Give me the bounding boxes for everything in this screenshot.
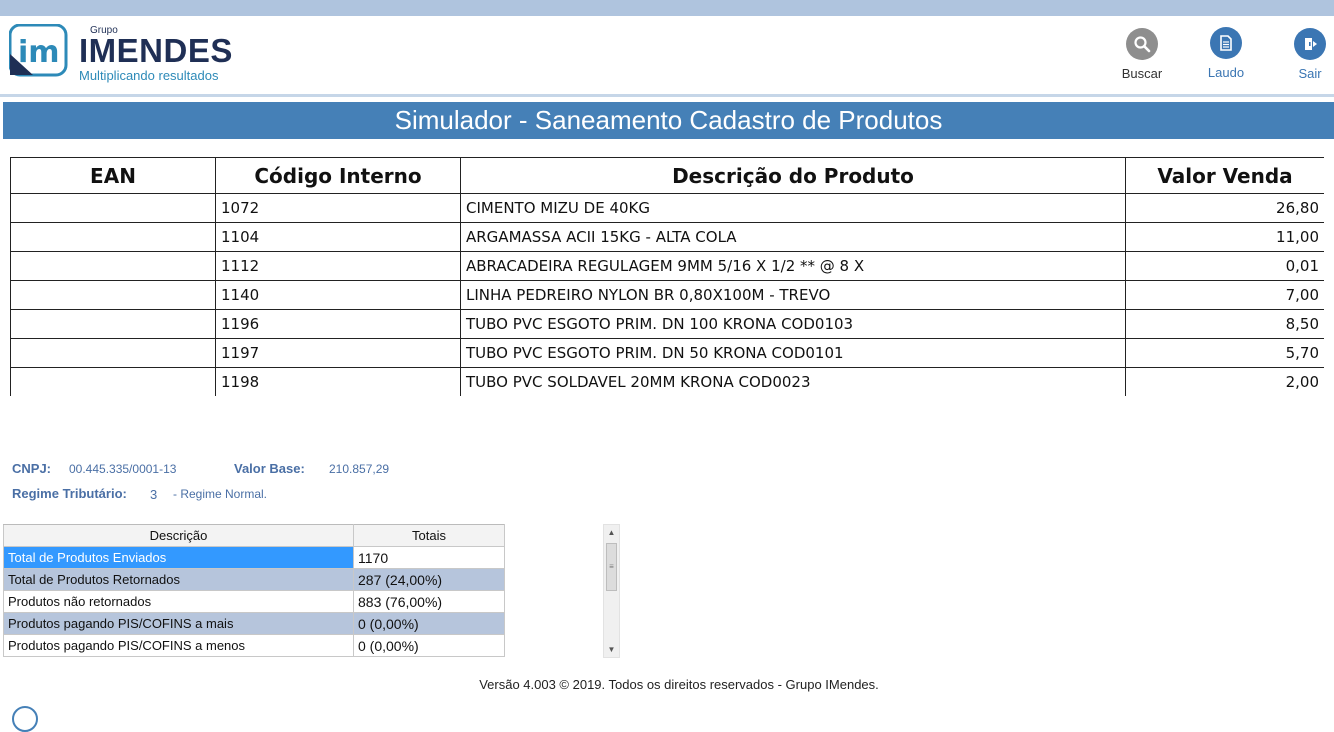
valor-base-label: Valor Base: (234, 461, 305, 476)
regime-description: - Regime Normal. (173, 487, 268, 501)
totals-desc-cell: Produtos pagando PIS/COFINS a mais (3, 612, 354, 635)
table-row[interactable]: 1196 TUBO PVC ESGOTO PRIM. DN 100 KRONA … (10, 309, 1324, 339)
table-row[interactable]: Total de Produtos Enviados 1170 (3, 546, 505, 569)
valor-cell: 8,50 (1125, 309, 1324, 339)
codigo-cell: 1197 (215, 338, 461, 368)
descricao-cell: TUBO PVC ESGOTO PRIM. DN 50 KRONA COD010… (460, 338, 1126, 368)
ean-cell (10, 193, 216, 223)
codigo-cell: 1104 (215, 222, 461, 252)
codigo-cell: 1072 (215, 193, 461, 223)
totals-table[interactable]: Descrição Totais Total de Produtos Envia… (3, 524, 505, 658)
totals-value-cell: 0 (0,00%) (353, 634, 505, 657)
totals-desc-cell: Total de Produtos Retornados (3, 568, 354, 591)
descricao-cell: ABRACADEIRA REGULAGEM 9MM 5/16 X 1/2 ** … (460, 251, 1126, 281)
descricao-cell: TUBO PVC ESGOTO PRIM. DN 100 KRONA COD01… (460, 309, 1126, 339)
footer-copyright: Versão 4.003 © 2019. Todos os direitos r… (479, 677, 879, 692)
totals-value-cell: 1170 (353, 546, 505, 569)
valor-cell: 2,00 (1125, 367, 1324, 396)
header-divider (0, 94, 1334, 97)
column-header-valor[interactable]: Valor Venda (1125, 157, 1324, 194)
table-row[interactable]: 1112 ABRACADEIRA REGULAGEM 9MM 5/16 X 1/… (10, 251, 1324, 281)
valor-cell: 26,80 (1125, 193, 1324, 223)
laudo-button[interactable]: Laudo (1196, 27, 1256, 80)
totals-desc-cell: Produtos pagando PIS/COFINS a menos (3, 634, 354, 657)
ean-cell (10, 280, 216, 310)
codigo-cell: 1196 (215, 309, 461, 339)
column-header-totais[interactable]: Totais (353, 524, 505, 547)
ean-cell (10, 251, 216, 281)
logo-tagline: Multiplicando resultados (79, 68, 219, 83)
totals-desc-cell: Produtos não retornados (3, 590, 354, 613)
column-header-descricao[interactable]: Descrição (3, 524, 354, 547)
table-row[interactable]: Produtos pagando PIS/COFINS a menos 0 (0… (3, 634, 505, 657)
regime-row: Regime Tributário: (12, 486, 127, 501)
header: im Grupo IMENDES Multiplicando resultado… (0, 16, 1334, 96)
valor-base-value: 210.857,29 (329, 462, 390, 476)
descricao-cell: TUBO PVC SOLDAVEL 20MM KRONA COD0023 (460, 367, 1126, 396)
table-row[interactable]: Total de Produtos Retornados 287 (24,00%… (3, 568, 505, 591)
table-row[interactable]: Produtos pagando PIS/COFINS a mais 0 (0,… (3, 612, 505, 635)
totals-scrollbar[interactable]: ▲ ≡ ▼ (603, 524, 620, 658)
totals-header-row: Descrição Totais (3, 524, 505, 547)
valor-cell: 0,01 (1125, 251, 1324, 281)
ean-cell (10, 222, 216, 252)
scroll-thumb[interactable]: ≡ (606, 543, 617, 591)
totals-value-cell: 287 (24,00%) (353, 568, 505, 591)
totals-value-cell: 0 (0,00%) (353, 612, 505, 635)
valor-cell: 11,00 (1125, 222, 1324, 252)
valor-base-row: Valor Base: (234, 461, 305, 476)
document-icon (1210, 27, 1242, 59)
table-row[interactable]: 1198 TUBO PVC SOLDAVEL 20MM KRONA COD002… (10, 367, 1324, 396)
codigo-cell: 1198 (215, 367, 461, 396)
cnpj-row: CNPJ: (12, 461, 51, 476)
table-row[interactable]: 1072 CIMENTO MIZU DE 40KG 26,80 (10, 193, 1324, 223)
descricao-cell: CIMENTO MIZU DE 40KG (460, 193, 1126, 223)
regime-code: 3 (150, 487, 158, 502)
ean-cell (10, 367, 216, 396)
products-table[interactable]: EAN Código Interno Descrição do Produto … (10, 157, 1324, 396)
cnpj-value: 00.445.335/0001-13 (69, 462, 177, 476)
scroll-up-arrow-icon[interactable]: ▲ (604, 525, 619, 540)
codigo-cell: 1112 (215, 251, 461, 281)
logo-name: IMENDES (79, 32, 233, 69)
table-row[interactable]: 1104 ARGAMASSA ACII 15KG - ALTA COLA 11,… (10, 222, 1324, 252)
search-icon (1126, 28, 1158, 60)
descricao-cell: ARGAMASSA ACII 15KG - ALTA COLA (460, 222, 1126, 252)
products-header-row: EAN Código Interno Descrição do Produto … (10, 157, 1324, 194)
ean-cell (10, 338, 216, 368)
sair-button[interactable]: Sair (1280, 28, 1334, 81)
codigo-cell: 1140 (215, 280, 461, 310)
page-title: Simulador - Saneamento Cadastro de Produ… (3, 102, 1334, 139)
table-row[interactable]: Produtos não retornados 883 (76,00%) (3, 590, 505, 613)
totals-value-cell: 883 (76,00%) (353, 590, 505, 613)
table-row[interactable]: 1197 TUBO PVC ESGOTO PRIM. DN 50 KRONA C… (10, 338, 1324, 368)
valor-cell: 5,70 (1125, 338, 1324, 368)
table-row[interactable]: 1140 LINHA PEDREIRO NYLON BR 0,80X100M -… (10, 280, 1324, 310)
scroll-down-arrow-icon[interactable]: ▼ (604, 642, 619, 657)
buscar-label: Buscar (1121, 66, 1163, 81)
column-header-codigo[interactable]: Código Interno (215, 157, 461, 194)
brand-logo[interactable]: im Grupo IMENDES Multiplicando resultado… (9, 24, 232, 84)
top-band (0, 0, 1334, 16)
sair-label: Sair (1298, 66, 1322, 81)
svg-text:im: im (18, 35, 60, 70)
totals-desc-cell: Total de Produtos Enviados (3, 546, 354, 569)
logo-mark-icon: im (9, 24, 68, 77)
regime-label: Regime Tributário: (12, 486, 127, 501)
laudo-label: Laudo (1207, 65, 1245, 80)
valor-cell: 7,00 (1125, 280, 1324, 310)
buscar-button[interactable]: Buscar (1112, 28, 1172, 81)
cnpj-label: CNPJ: (12, 461, 52, 476)
column-header-ean[interactable]: EAN (10, 157, 216, 194)
help-circle-icon[interactable] (12, 706, 38, 732)
column-header-descricao[interactable]: Descrição do Produto (460, 157, 1126, 194)
exit-door-icon (1294, 28, 1326, 60)
ean-cell (10, 309, 216, 339)
descricao-cell: LINHA PEDREIRO NYLON BR 0,80X100M - TREV… (460, 280, 1126, 310)
